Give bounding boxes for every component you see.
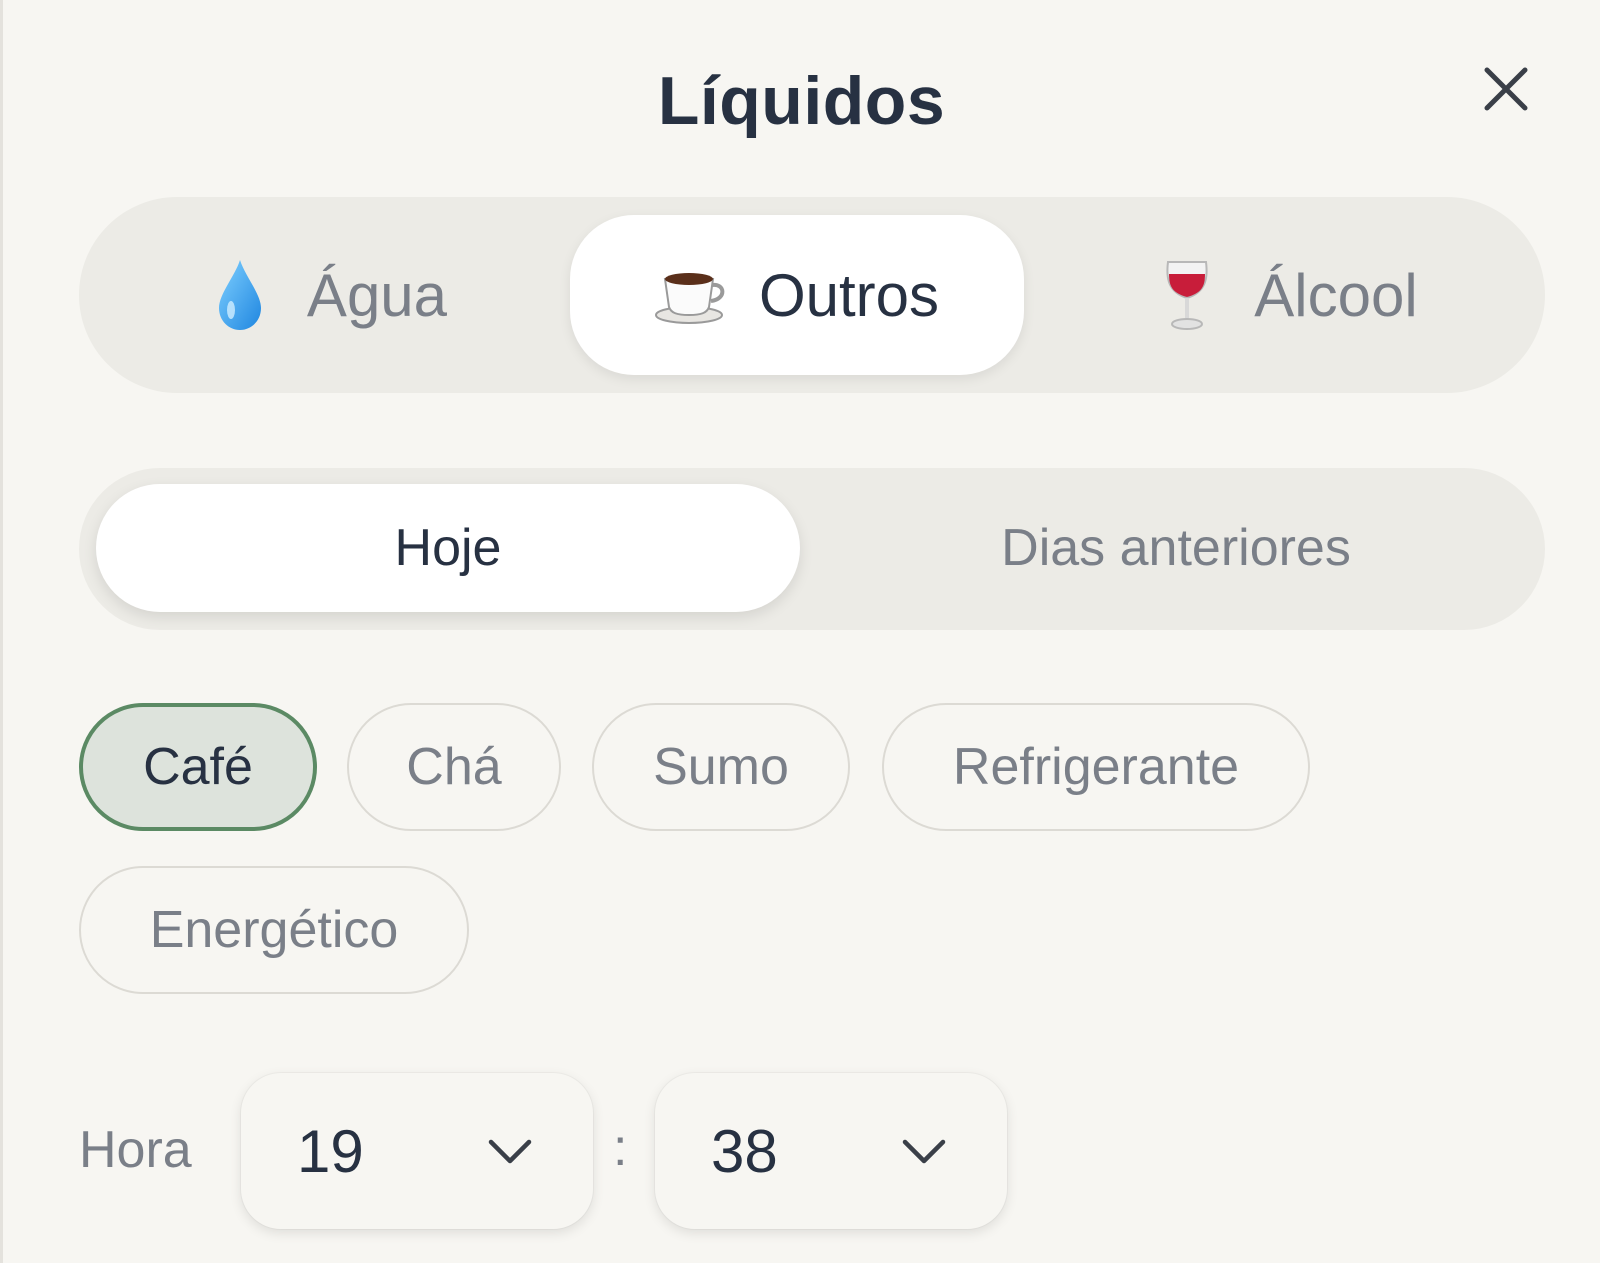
tab-dias-anteriores-label: Dias anteriores	[1001, 519, 1351, 577]
tab-agua[interactable]: Água	[97, 215, 553, 375]
chip-energetico-label: Energético	[149, 901, 399, 959]
wine-glass-icon	[1150, 258, 1224, 332]
tab-hoje-label: Hoje	[394, 519, 502, 577]
tab-alcool[interactable]: Álcool	[1041, 215, 1527, 375]
coffee-cup-icon	[654, 258, 729, 332]
chip-cafe[interactable]: Café	[79, 703, 317, 831]
chip-energetico[interactable]: Energético	[79, 866, 469, 994]
chip-cha-label: Chá	[406, 738, 502, 796]
chevron-down-icon	[487, 1136, 533, 1166]
chip-cafe-label: Café	[143, 738, 253, 796]
water-drop-icon	[203, 258, 277, 332]
hour-select[interactable]: 19	[241, 1073, 593, 1229]
dialog-title: Líquidos	[657, 63, 946, 139]
chevron-down-icon	[901, 1136, 947, 1166]
minute-value: 38	[711, 1117, 778, 1185]
tab-outros[interactable]: Outros	[570, 215, 1024, 375]
hour-value: 19	[297, 1117, 364, 1185]
close-icon	[1484, 67, 1528, 111]
tab-hoje[interactable]: Hoje	[96, 484, 800, 612]
liquids-dialog: Líquidos Água Outros Álcool Hoje Dias an…	[0, 0, 1600, 1263]
tab-agua-label: Água	[306, 261, 448, 329]
close-button[interactable]	[1479, 62, 1533, 116]
minute-select[interactable]: 38	[655, 1073, 1007, 1229]
chip-refrigerante-label: Refrigerante	[952, 738, 1240, 796]
chip-sumo-label: Sumo	[653, 738, 789, 796]
tab-outros-label: Outros	[758, 261, 940, 329]
chip-sumo[interactable]: Sumo	[592, 703, 850, 831]
day-segmented-control: Hoje Dias anteriores	[79, 468, 1545, 630]
time-label: Hora	[79, 1121, 192, 1179]
chip-refrigerante[interactable]: Refrigerante	[882, 703, 1310, 831]
category-segmented-control: Água Outros Álcool	[79, 197, 1545, 393]
tab-alcool-label: Álcool	[1254, 261, 1418, 329]
time-separator: :	[613, 1119, 628, 1177]
tab-dias-anteriores[interactable]: Dias anteriores	[824, 484, 1528, 612]
chip-cha[interactable]: Chá	[347, 703, 561, 831]
